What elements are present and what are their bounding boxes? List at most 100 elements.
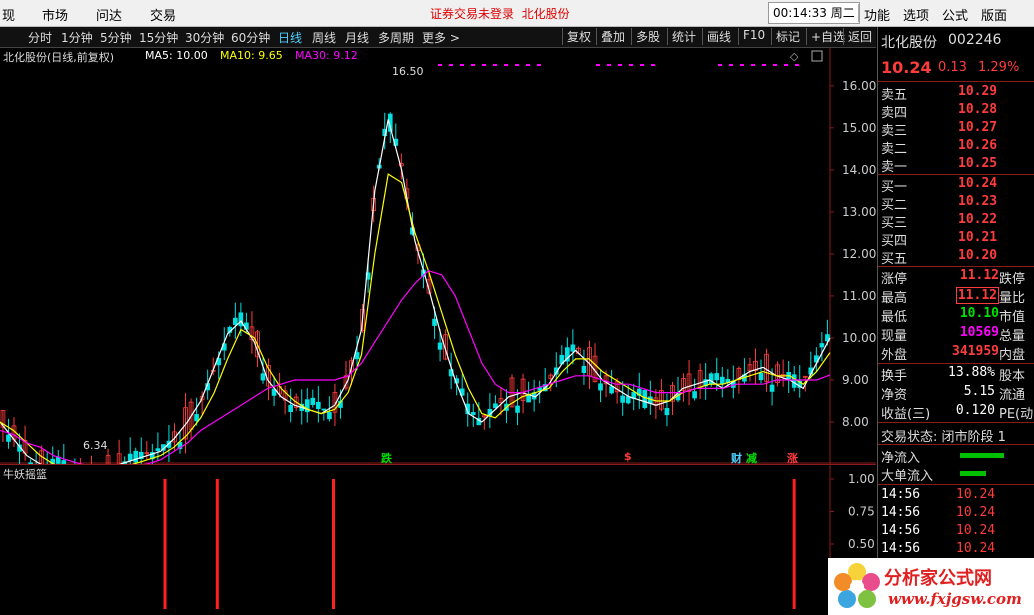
- stock-code: 002246: [948, 32, 1002, 48]
- bid-label: 买一: [881, 180, 908, 195]
- bid-price: 10.21: [958, 230, 998, 245]
- divider: [878, 484, 1034, 485]
- tool-drawline[interactable]: 画线: [702, 28, 731, 45]
- signal-dot: [651, 64, 655, 66]
- tool-back[interactable]: 返回: [843, 28, 872, 45]
- candle-body: [581, 365, 587, 374]
- signal-dot: [740, 64, 744, 66]
- menu-layout[interactable]: 版面: [981, 5, 1007, 24]
- stat2-right-label: 股本: [999, 369, 1026, 384]
- period-multi[interactable]: 多周期: [378, 29, 414, 46]
- ask-label: 卖一: [881, 160, 908, 175]
- period-more[interactable]: 更多 >: [422, 29, 460, 46]
- chart-title: 北化股份(日线,前复权): [3, 51, 115, 64]
- signal-dot: [607, 64, 611, 66]
- period-30min[interactable]: 30分钟: [185, 29, 224, 46]
- divider: [878, 363, 1034, 364]
- flow-row: 净流入: [878, 447, 1034, 466]
- tick-row: 14:56 10.24: [878, 541, 1034, 559]
- stat-value: 10.10: [959, 306, 999, 321]
- period-60min[interactable]: 60分钟: [231, 29, 270, 46]
- stat-label: 现量: [881, 329, 908, 344]
- candle-body: [642, 389, 648, 409]
- tool-add-fav[interactable]: +自选: [806, 28, 845, 45]
- candle-body: [791, 374, 797, 388]
- login-notice[interactable]: 证券交易未登录 北化股份: [430, 5, 570, 22]
- flow-bar: [960, 453, 1004, 458]
- y-tick-label: 13.00: [842, 205, 876, 219]
- candle-body: [493, 403, 498, 409]
- candle-body: [432, 318, 437, 326]
- tool-overlay[interactable]: 叠加: [596, 28, 625, 45]
- menu-options[interactable]: 选项: [903, 5, 929, 24]
- ask-label: 卖三: [881, 124, 908, 139]
- candle-body: [526, 395, 531, 403]
- stat2-right-label: 流通: [999, 388, 1026, 403]
- bid-price: 10.20: [958, 248, 998, 263]
- y-tick-label: 14.00: [842, 163, 876, 177]
- candle-body: [609, 386, 614, 394]
- tick-price: 10.24: [956, 541, 996, 556]
- ask-price: 10.26: [958, 138, 998, 153]
- signal-bar: [792, 479, 796, 609]
- signal-bar: [215, 479, 219, 609]
- signal-dot: [515, 64, 519, 66]
- period-week[interactable]: 周线: [312, 29, 336, 46]
- divider: [878, 174, 1034, 175]
- low-annotation: 6.34: [83, 439, 108, 452]
- tool-mark[interactable]: 标记: [771, 28, 800, 45]
- menu-formula[interactable]: 公式: [942, 5, 968, 24]
- tick-row: 14:56 10.24: [878, 487, 1034, 505]
- menu-trade[interactable]: 交易: [150, 5, 176, 24]
- bid-price: 10.23: [958, 194, 998, 209]
- stat-right-label: 跌停: [999, 272, 1026, 287]
- ma-line-ma10: [0, 173, 831, 478]
- watermark-title: 分析家公式网: [884, 568, 992, 589]
- bid-label: 买二: [881, 198, 908, 213]
- candle-body: [692, 391, 697, 399]
- tool-multistock[interactable]: 多股: [631, 28, 660, 45]
- stock-link[interactable]: 北化股份: [522, 7, 570, 21]
- legend-ma10: MA10: 9.65: [220, 49, 283, 62]
- high-annotation: 16.50: [392, 65, 424, 78]
- divider: [878, 266, 1034, 267]
- indicator-chart[interactable]: 1.000.750.500.25 牛妖摇篮: [0, 464, 876, 609]
- signal-dot: [751, 64, 755, 66]
- candle-body: [769, 384, 775, 392]
- stat2-row: 收益(三) 0.120 PE(动): [878, 403, 1034, 422]
- stat-row: 涨停 11.12 跌停: [878, 268, 1034, 287]
- y-tick-label: 9.00: [842, 373, 869, 387]
- bid-row: 买一 10.24: [878, 176, 1034, 195]
- period-month[interactable]: 月线: [345, 29, 369, 46]
- signal-dot: [773, 64, 777, 66]
- tool-fuquan[interactable]: 复权: [562, 28, 591, 45]
- signal-dot: [596, 64, 600, 66]
- menu-market[interactable]: 市场: [42, 5, 68, 24]
- bid-label: 买三: [881, 216, 908, 231]
- signal-dot: [438, 64, 442, 66]
- main-kline-chart[interactable]: 16.00 15.00 14.00 13.00 12.00 11.00 10.00 9.00 8…: [0, 48, 876, 502]
- stat-value: 11.12: [955, 287, 999, 304]
- menu-wenda[interactable]: 问达: [96, 5, 122, 24]
- signal-dot: [471, 64, 475, 66]
- period-tick[interactable]: 分时: [28, 29, 52, 46]
- ask-label: 卖二: [881, 142, 908, 157]
- ask-row: 卖四 10.28: [878, 102, 1034, 121]
- period-15min[interactable]: 15分钟: [139, 29, 178, 46]
- candle-body: [537, 387, 543, 391]
- candle-body: [327, 412, 332, 420]
- period-1min[interactable]: 1分钟: [61, 29, 93, 46]
- ask-row: 卖二 10.26: [878, 138, 1034, 157]
- period-5min[interactable]: 5分钟: [100, 29, 132, 46]
- candle-body: [260, 373, 266, 381]
- signal-dot: [493, 64, 497, 66]
- stat-label: 涨停: [881, 272, 908, 287]
- period-day[interactable]: 日线: [278, 29, 302, 46]
- tool-stats[interactable]: 统计: [667, 28, 696, 45]
- menu-function[interactable]: 功能: [864, 5, 890, 24]
- stat2-label: 收益(三): [881, 407, 931, 422]
- menu-partial[interactable]: 现: [2, 5, 15, 24]
- tool-f10[interactable]: F10: [738, 28, 765, 45]
- divider: [858, 4, 859, 22]
- signal-dot: [762, 64, 766, 66]
